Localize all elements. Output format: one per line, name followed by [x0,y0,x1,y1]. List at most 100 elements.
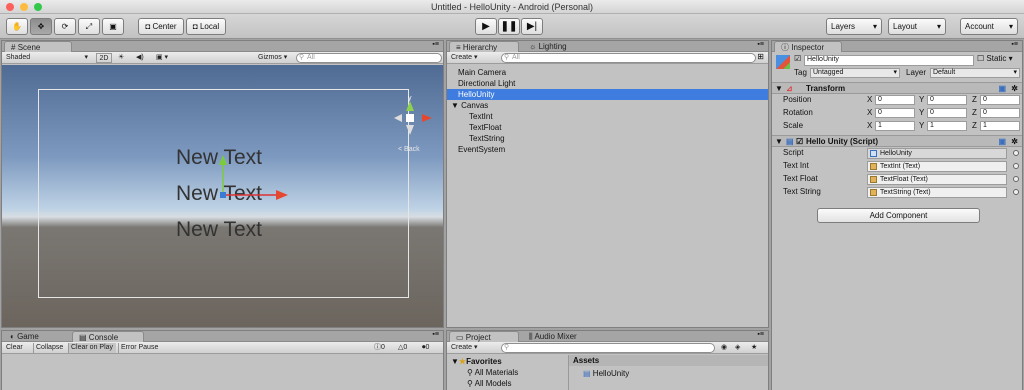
minimize-window-button[interactable] [20,3,28,11]
active-checkbox[interactable]: ☑ [794,54,801,63]
filter-type-icon[interactable]: ◉ [721,343,727,353]
component-enabled-checkbox[interactable]: ☑ [796,136,803,147]
hierarchy-item[interactable]: EventSystem [447,144,768,155]
step-button[interactable]: ▶| [521,18,543,35]
star-icon[interactable]: ★ [751,343,757,353]
hierarchy-item-selected[interactable]: HelloUnity [447,89,768,100]
tab-scene[interactable]: # Scene [4,41,72,52]
static-checkbox[interactable]: ☐ Static ▾ [977,54,1013,63]
lock-icon[interactable]: ⊞ [757,52,764,61]
mode-2d-toggle[interactable]: 2D [96,53,112,63]
favorites-all-models[interactable]: ⚲ All Models [447,378,567,389]
panel-menu-icon[interactable]: ▪≡ [757,331,764,338]
gear-icon[interactable]: ✲ [1011,83,1018,94]
tab-project[interactable]: ▭ Project [449,331,519,342]
object-picker-icon[interactable] [1013,176,1019,182]
add-component-button[interactable]: Add Component [817,208,980,223]
orientation-gizmo[interactable]: y [388,93,436,143]
tab-inspector[interactable]: ⓘ Inspector [774,41,842,52]
script-component-header[interactable]: ▼ ▤ ☑ Hello Unity (Script) ▣ ✲ [772,135,1022,147]
info-count-toggle[interactable]: ⓘ0 [374,343,394,353]
pivot-toggle[interactable]: ◘ Center [138,18,184,35]
panel-menu-icon[interactable]: ▪≡ [432,41,439,48]
audio-toggle[interactable]: ◀) [136,53,148,63]
shading-dropdown[interactable]: Shaded ▾ [6,53,88,63]
tab-hierarchy[interactable]: ≡ Hierarchy [449,41,519,52]
object-picker-icon[interactable] [1013,163,1019,169]
pause-button[interactable]: ❚❚ [498,18,520,35]
expand-arrow-icon[interactable]: ▼ [451,101,459,110]
panel-menu-icon[interactable]: ▪≡ [757,41,764,48]
layout-dropdown[interactable]: Layout ▾ [888,18,946,35]
favorites-item[interactable]: ▼★Favorites [447,356,567,367]
account-dropdown[interactable]: Account ▾ [960,18,1018,35]
move-tool-button[interactable]: ✥ [30,18,52,35]
rotation-x-field[interactable]: 0 [875,108,915,118]
collapse-arrow-icon[interactable]: ▼ [775,83,783,94]
hand-tool-button[interactable]: ✋ [6,18,28,35]
tab-console[interactable]: ▤ Console [72,331,144,342]
rect-tool-button[interactable]: ▣ [102,18,124,35]
expand-arrow-icon[interactable]: ▼ [451,357,459,366]
close-window-button[interactable] [6,3,14,11]
scene-viewport[interactable]: New Text New Text New Text y < Back [2,65,443,327]
transform-header[interactable]: ▼ ⊿ Transform ▣ ✲ [772,82,1022,94]
layers-dropdown[interactable]: Layers ▾ [826,18,882,35]
warning-count-toggle[interactable]: △0 [398,343,418,353]
scale-x-field[interactable]: 1 [875,121,915,131]
effects-dropdown[interactable]: ▣ ▾ [156,53,178,63]
panel-menu-icon[interactable]: ▪≡ [432,331,439,338]
position-x-field[interactable]: 0 [875,95,915,105]
space-toggle[interactable]: ◘ Local [186,18,226,35]
play-button[interactable]: ▶ [475,18,497,35]
filter-label-icon[interactable]: ◈ [735,343,740,353]
layer-dropdown[interactable]: Default ▾ [930,68,1020,78]
collapse-arrow-icon[interactable]: ▼ [775,136,783,147]
hierarchy-search-input[interactable]: ⚲ All [501,53,756,63]
tag-dropdown[interactable]: Untagged ▾ [810,68,900,78]
position-z-field[interactable]: 0 [980,95,1020,105]
scale-y-field[interactable]: 1 [927,121,967,131]
collapse-button[interactable]: Collapse [33,343,67,353]
text-float-field[interactable]: TextFloat (Text) [867,174,1007,185]
favorites-all-materials[interactable]: ⚲ All Materials [447,367,567,378]
help-icon[interactable]: ▣ [998,83,1006,94]
object-picker-icon[interactable] [1013,150,1019,156]
rotation-y-field[interactable]: 0 [927,108,967,118]
tab-game[interactable]: ◐ Game [4,331,64,342]
gizmos-dropdown[interactable]: Gizmos ▾ [258,53,292,63]
asset-item[interactable]: ▤ HelloUnity [569,368,768,379]
hierarchy-item-canvas[interactable]: ▼ Canvas [447,100,768,111]
hierarchy-item[interactable]: TextString [447,133,768,144]
clear-button[interactable]: Clear [6,343,30,353]
project-search-input[interactable]: ⚲ [501,343,715,353]
text-string-field[interactable]: TextString (Text) [867,187,1007,198]
object-picker-icon[interactable] [1013,189,1019,195]
hierarchy-item[interactable]: Directional Light [447,78,768,89]
clear-on-play-toggle[interactable]: Clear on Play [68,343,116,353]
hierarchy-create-dropdown[interactable]: Create ▾ [451,53,485,63]
hierarchy-item[interactable]: Main Camera [447,67,768,78]
scene-search-input[interactable]: ⚲ All [296,53,442,63]
help-icon[interactable]: ▣ [998,136,1006,147]
scale-tool-button[interactable]: ⤢ [78,18,100,35]
move-gizmo[interactable] [212,155,292,205]
rotate-tool-button[interactable]: ⟳ [54,18,76,35]
hierarchy-item[interactable]: TextFloat [447,122,768,133]
hierarchy-item[interactable]: TextInt [447,111,768,122]
zoom-window-button[interactable] [34,3,42,11]
error-count-toggle[interactable]: ⏺0 [422,343,442,353]
project-create-dropdown[interactable]: Create ▾ [451,343,485,353]
script-field[interactable]: HelloUnity [867,148,1007,159]
lighting-toggle[interactable]: ☀ [118,53,130,63]
scale-z-field[interactable]: 1 [980,121,1020,131]
text-int-field[interactable]: TextInt (Text) [867,161,1007,172]
tab-lighting[interactable]: ☼ Lighting [523,41,583,52]
back-label[interactable]: < Back [398,146,420,153]
gear-icon[interactable]: ✲ [1011,136,1018,147]
position-y-field[interactable]: 0 [927,95,967,105]
tab-audio-mixer[interactable]: ⫼ Audio Mixer [523,331,589,342]
error-pause-toggle[interactable]: Error Pause [118,343,162,353]
panel-menu-icon[interactable]: ▪≡ [1011,41,1018,48]
object-name-field[interactable]: HelloUnity [804,55,974,66]
